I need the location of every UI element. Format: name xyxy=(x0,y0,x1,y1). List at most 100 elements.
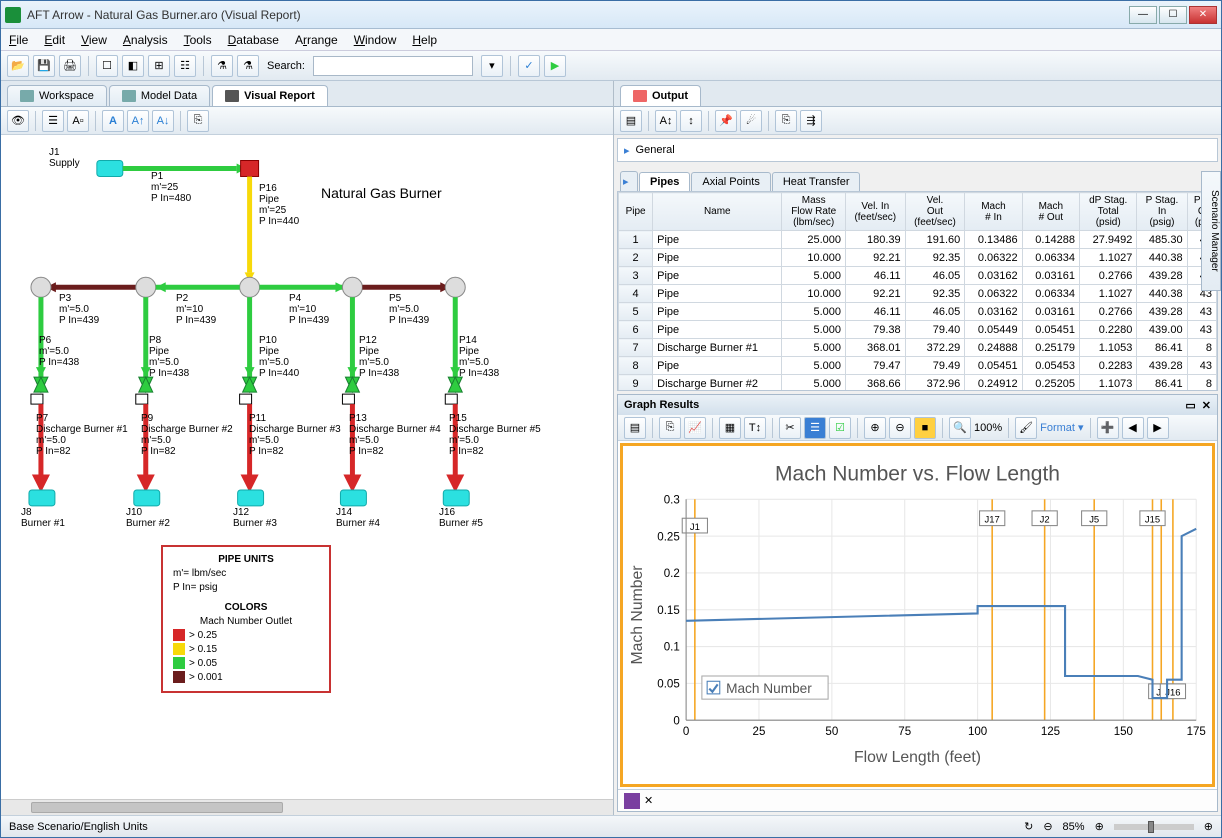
canvas-hscroll[interactable] xyxy=(1,799,613,815)
out-sort-icon[interactable]: A↕ xyxy=(655,110,677,132)
table-cell[interactable]: 0.2766 xyxy=(1080,303,1137,321)
table-cell[interactable]: 6 xyxy=(619,321,653,339)
table-cell[interactable]: 79.38 xyxy=(845,321,905,339)
table-cell[interactable]: 439.28 xyxy=(1137,267,1187,285)
run-icon[interactable]: ▶ xyxy=(544,55,566,77)
out-sheet-icon[interactable]: ▤ xyxy=(620,110,642,132)
table-cell[interactable]: 485.30 xyxy=(1137,231,1187,249)
table-cell[interactable]: 5.000 xyxy=(782,321,846,339)
search-go-icon[interactable]: ▾ xyxy=(481,55,503,77)
menu-file[interactable]: File xyxy=(9,33,28,47)
g-grid-icon[interactable]: ▦ xyxy=(719,417,741,439)
table-cell[interactable]: 5 xyxy=(619,303,653,321)
table-cell[interactable]: 5.000 xyxy=(782,339,846,357)
g-target-icon[interactable]: ⊕ xyxy=(864,417,886,439)
table-cell[interactable]: Pipe xyxy=(653,357,782,375)
tab-visual-report[interactable]: Visual Report xyxy=(212,85,328,106)
pipe-tab-expand[interactable]: ▸ xyxy=(620,171,638,191)
table-cell[interactable]: 191.60 xyxy=(905,231,965,249)
table-cell[interactable]: 2 xyxy=(619,249,653,267)
g-text-icon[interactable]: T↕ xyxy=(744,417,766,439)
out-filter-icon[interactable]: ☄ xyxy=(740,110,762,132)
g-brush-icon[interactable]: 🖌 xyxy=(1015,417,1037,439)
table-cell[interactable]: 92.35 xyxy=(905,285,965,303)
table-cell[interactable]: 372.96 xyxy=(905,375,965,392)
maximize-button[interactable]: ☐ xyxy=(1159,6,1187,24)
g-listsel-icon[interactable]: ☰ xyxy=(804,417,826,439)
g-fwd-icon[interactable]: ▶ xyxy=(1147,417,1169,439)
table-cell[interactable]: 0.2280 xyxy=(1080,321,1137,339)
g-link-icon[interactable]: ⊖ xyxy=(889,417,911,439)
out-pin-icon[interactable]: 📌 xyxy=(715,110,737,132)
menu-analysis[interactable]: Analysis xyxy=(123,33,168,47)
table-cell[interactable]: 0.05449 xyxy=(965,321,1022,339)
table-cell[interactable]: 46.11 xyxy=(845,303,905,321)
layout4-icon[interactable]: ☷ xyxy=(174,55,196,77)
menu-window[interactable]: Window xyxy=(354,33,397,47)
output-grid[interactable]: PipeNameMassFlow Rate(lbm/sec)Vel. In(fe… xyxy=(617,191,1218,391)
table-cell[interactable]: 0.03162 xyxy=(965,303,1022,321)
graph-tab-icon[interactable] xyxy=(624,793,640,809)
table-cell[interactable]: Discharge Burner #1 xyxy=(653,339,782,357)
table-cell[interactable]: 5.000 xyxy=(782,267,846,285)
table-cell[interactable]: 43 xyxy=(1187,357,1216,375)
minimize-button[interactable]: — xyxy=(1129,6,1157,24)
layout2-icon[interactable]: ◧ xyxy=(122,55,144,77)
layout1-icon[interactable]: ☐ xyxy=(96,55,118,77)
table-cell[interactable]: 439.00 xyxy=(1137,321,1187,339)
graph-undock-icon[interactable]: ▭ xyxy=(1185,399,1195,412)
close-button[interactable]: ✕ xyxy=(1189,6,1217,24)
table-cell[interactable]: 372.29 xyxy=(905,339,965,357)
table-cell[interactable]: Pipe xyxy=(653,267,782,285)
table-cell[interactable]: 0.2283 xyxy=(1080,357,1137,375)
table-cell[interactable]: 0.06334 xyxy=(1022,249,1079,267)
table-cell[interactable]: 0.05453 xyxy=(1022,357,1079,375)
table-cell[interactable]: 9 xyxy=(619,375,653,392)
g-format-label[interactable]: Format xyxy=(1040,422,1075,434)
menu-edit[interactable]: Edit xyxy=(44,33,65,47)
copy-icon[interactable]: ⎘ xyxy=(187,110,209,132)
font-bigger-icon[interactable]: A↑ xyxy=(127,110,149,132)
table-cell[interactable]: 440.38 xyxy=(1137,249,1187,267)
tab-model-data[interactable]: Model Data xyxy=(109,85,210,106)
table-cell[interactable]: 79.47 xyxy=(845,357,905,375)
layout3-icon[interactable]: ⊞ xyxy=(148,55,170,77)
table-cell[interactable]: Pipe xyxy=(653,321,782,339)
table-cell[interactable]: 8 xyxy=(1187,339,1216,357)
g-plot-icon[interactable]: 📈 xyxy=(684,417,706,439)
table-cell[interactable]: 1.1053 xyxy=(1080,339,1137,357)
table-cell[interactable]: 4 xyxy=(619,285,653,303)
flask-icon[interactable]: ⚗ xyxy=(211,55,233,77)
table-cell[interactable]: 1 xyxy=(619,231,653,249)
table-cell[interactable]: 10.000 xyxy=(782,285,846,303)
table-cell[interactable]: 0.24888 xyxy=(965,339,1022,357)
table-cell[interactable]: Pipe xyxy=(653,249,782,267)
table-cell[interactable]: 0.25205 xyxy=(1022,375,1079,392)
out-copy-icon[interactable]: ⎘ xyxy=(775,110,797,132)
pipe-tab-pipes[interactable]: Pipes xyxy=(639,172,690,191)
table-cell[interactable]: 43 xyxy=(1187,321,1216,339)
table-cell[interactable]: 368.66 xyxy=(845,375,905,392)
pipe-tab-heat[interactable]: Heat Transfer xyxy=(772,172,861,191)
print-icon[interactable]: 🖨 xyxy=(59,55,81,77)
table-cell[interactable]: 46.05 xyxy=(905,267,965,285)
table-cell[interactable]: 440.38 xyxy=(1137,285,1187,303)
font-a-icon[interactable]: A xyxy=(102,110,124,132)
zoom-in2-icon[interactable]: ⊕ xyxy=(1204,820,1213,833)
diagram-canvas[interactable]: J1 Supply P1 m'=25 P In=480 Natural Gas … xyxy=(1,135,613,799)
tab-workspace[interactable]: Workspace xyxy=(7,85,107,106)
g-color-icon[interactable]: ■ xyxy=(914,417,936,439)
menu-tools[interactable]: Tools xyxy=(184,33,212,47)
menu-arrange[interactable]: Arrange xyxy=(295,33,338,47)
table-cell[interactable]: 0.2766 xyxy=(1080,267,1137,285)
graph-close-icon[interactable]: ✕ xyxy=(1202,399,1211,412)
table-cell[interactable]: 43 xyxy=(1187,303,1216,321)
table-cell[interactable]: Discharge Burner #2 xyxy=(653,375,782,392)
table-cell[interactable]: 0.06334 xyxy=(1022,285,1079,303)
table-cell[interactable]: 3 xyxy=(619,267,653,285)
g-cut-icon[interactable]: ✂ xyxy=(779,417,801,439)
table-cell[interactable]: Pipe xyxy=(653,231,782,249)
table-cell[interactable]: 8 xyxy=(619,357,653,375)
table-cell[interactable]: 5.000 xyxy=(782,375,846,392)
chart-area[interactable]: Mach Number vs. Flow Length0255075100125… xyxy=(620,443,1215,787)
